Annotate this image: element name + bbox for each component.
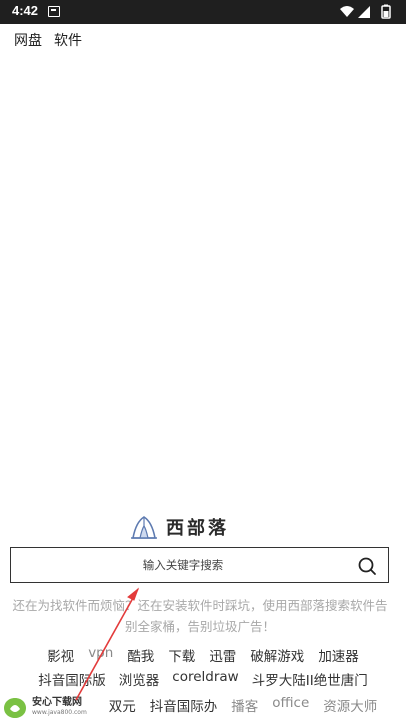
battery-icon bbox=[381, 4, 391, 19]
watermark-name: 安心下载网 bbox=[32, 697, 82, 708]
keyword-link[interactable]: 酷我 bbox=[127, 645, 154, 665]
keyword-link[interactable]: coreldraw bbox=[172, 669, 238, 689]
keyword-link[interactable]: 抖音国际办 bbox=[150, 695, 218, 715]
keyword-link[interactable]: 斗罗大陆II绝世唐门 bbox=[252, 669, 368, 689]
brand-title: 西部落 bbox=[166, 518, 229, 539]
watermark-url: www.java800.com bbox=[32, 709, 87, 716]
keyword-link[interactable]: vpn bbox=[88, 645, 113, 665]
keyword-link[interactable]: 下载 bbox=[168, 645, 195, 665]
notification-icon bbox=[48, 6, 60, 17]
tent-logo-icon bbox=[131, 516, 157, 539]
signal-icon bbox=[358, 6, 370, 18]
status-time: 4:42 bbox=[12, 3, 39, 18]
tab-netdisk[interactable]: 网盘 bbox=[14, 30, 42, 50]
slogan-text: 还在为找软件而烦恼？还在安装软件时踩坑，使用西部落搜索软件告别全家桶，告别垃圾广… bbox=[12, 598, 388, 634]
keyword-link[interactable]: 加速器 bbox=[318, 645, 359, 665]
status-bar: 4:42 bbox=[0, 0, 406, 24]
hot-keywords-row-1: 影视 vpn 酷我 下载 迅雷 破解游戏 加速器 bbox=[0, 645, 406, 665]
watermark-badge: 安心下载网 www.java800.com bbox=[2, 693, 87, 723]
keyword-link[interactable]: 迅雷 bbox=[209, 645, 236, 665]
watermark-logo-icon bbox=[4, 698, 26, 718]
search-bar bbox=[10, 547, 389, 583]
watermark-text: 安心下载网 www.java800.com bbox=[32, 698, 87, 718]
keyword-link[interactable]: 资源大师 bbox=[323, 695, 377, 715]
wifi-icon bbox=[340, 6, 354, 17]
search-input[interactable] bbox=[13, 550, 353, 580]
keyword-link[interactable]: office bbox=[272, 695, 309, 715]
status-icons bbox=[340, 4, 391, 19]
hot-keywords-row-2: 抖音国际版 浏览器 coreldraw 斗罗大陆II绝世唐门 bbox=[0, 669, 406, 689]
brand-logo: 西部落 bbox=[130, 512, 229, 542]
tab-software[interactable]: 软件 bbox=[54, 30, 82, 50]
keyword-link[interactable]: 播客 bbox=[231, 695, 258, 715]
search-icon[interactable] bbox=[356, 555, 378, 577]
keyword-link[interactable]: 抖音国际版 bbox=[38, 669, 106, 689]
top-tabs: 网盘 软件 bbox=[14, 30, 82, 50]
keyword-link[interactable]: 影视 bbox=[47, 645, 74, 665]
keyword-link[interactable]: 浏览器 bbox=[119, 669, 160, 689]
keyword-link[interactable]: 双元 bbox=[109, 695, 136, 715]
keyword-link[interactable]: 破解游戏 bbox=[250, 645, 304, 665]
